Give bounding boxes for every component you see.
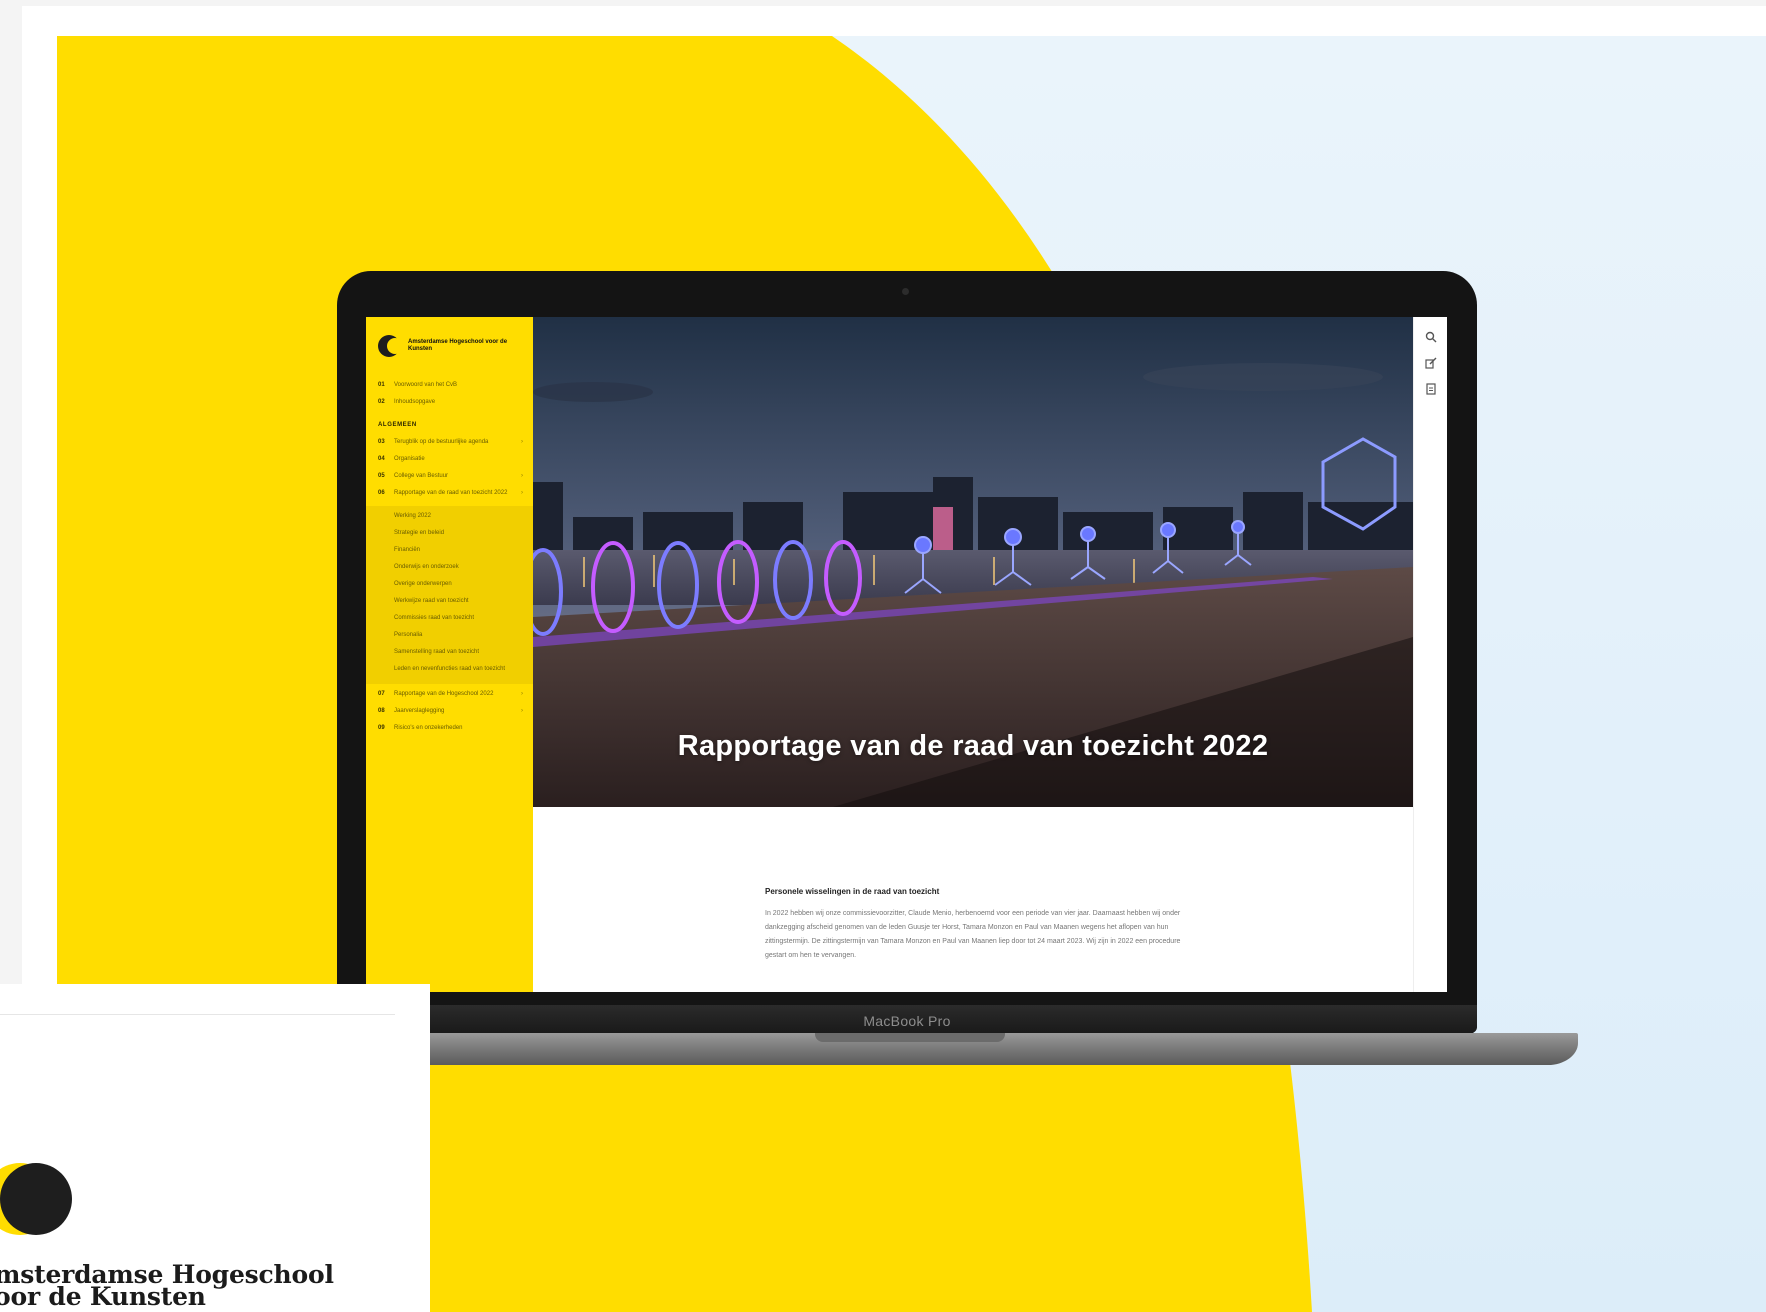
sidebar-item-number: 03: [378, 439, 385, 445]
site-logo-text: Amsterdamse Hogeschool voor de Kunsten: [408, 339, 508, 352]
sidebar-item[interactable]: 02 Inhoudsopgave: [378, 398, 523, 406]
sidebar-item-label: Leden en nevenfuncties raad van toezicht: [394, 666, 506, 672]
sidebar-item-number: 07: [378, 691, 385, 697]
laptop-bezel: Amsterdamse Hogeschool voor de Kunsten 0…: [337, 271, 1477, 1034]
sidebar-item-label: Voorwoord van het CvB: [394, 382, 458, 388]
article-body: In 2022 hebben wij onze commissievoorzit…: [765, 910, 1181, 959]
brand-logo-line2: oor de Kunsten: [0, 1282, 206, 1311]
ahk-logo-mark-icon: [0, 1163, 72, 1235]
sidebar-subitem[interactable]: Werkwijze raad van toezicht: [378, 597, 523, 605]
sidebar-item-number: 04: [378, 456, 385, 462]
sidebar-item-label: Terugblik op de bestuurlijke agenda: [394, 439, 489, 445]
divider: [0, 1014, 395, 1015]
sidebar-item[interactable]: 04 Organisatie: [378, 455, 523, 463]
site-logo[interactable]: Amsterdamse Hogeschool voor de Kunsten: [378, 335, 523, 357]
sidebar-subitem[interactable]: Financiën: [378, 546, 523, 554]
hero-title: Rapportage van de raad van toezicht 2022: [677, 730, 1269, 762]
sidebar-item[interactable]: 07 Rapportage van de Hogeschool 2022 ›: [378, 690, 523, 698]
sidebar-item-label: Rapportage van de Hogeschool 2022: [394, 691, 494, 697]
sidebar-item-label: Samenstelling raad van toezicht: [394, 649, 480, 655]
sidebar-section-label: ALGEMEEN: [378, 422, 417, 428]
sidebar-item-label: Jaarverslaglegging: [394, 708, 445, 714]
sidebar-item-number: 02: [378, 399, 385, 405]
document-icon[interactable]: [1425, 383, 1437, 395]
sidebar-item-label: Personalia: [394, 632, 423, 638]
sidebar-item-label: Risico's en onzekerheden: [394, 725, 463, 731]
sidebar-subitem[interactable]: Leden en nevenfuncties raad van toezicht: [378, 665, 523, 673]
sidebar-subitem[interactable]: Strategie en beleid: [378, 529, 523, 537]
hero-banner: Rapportage van de raad van toezicht 2022: [533, 317, 1413, 807]
chevron-icon: ›: [521, 708, 523, 714]
brand-logo-wordmark: msterdamse Hogeschool oor de Kunsten: [0, 1262, 334, 1311]
site-sidebar: Amsterdamse Hogeschool voor de Kunsten 0…: [366, 317, 533, 992]
sidebar-item-label: Onderwijs en onderzoek: [394, 564, 459, 570]
right-toolbar: [1413, 317, 1447, 992]
sidebar-subitem[interactable]: Personalia: [378, 631, 523, 639]
sidebar-item-number: 01: [378, 382, 385, 388]
article-heading: Personele wisselingen in de raad van toe…: [765, 887, 940, 896]
sidebar-item-number: 08: [378, 708, 385, 714]
sidebar-item[interactable]: 08 Jaarverslaglegging ›: [378, 707, 523, 715]
sidebar-item[interactable]: 09 Risico's en onzekerheden: [378, 724, 523, 732]
sidebar-item-label: Inhoudsopgave: [394, 399, 436, 405]
chevron-icon: ›: [521, 691, 523, 697]
edit-icon[interactable]: [1425, 357, 1437, 369]
chevron-icon: ›: [521, 439, 523, 445]
sidebar-item[interactable]: 05 College van Bestuur ›: [378, 472, 523, 480]
chevron-icon: ›: [521, 490, 523, 496]
search-icon[interactable]: [1425, 331, 1437, 343]
article-content: Personele wisselingen in de raad van toe…: [533, 807, 1413, 992]
laptop-screen: Amsterdamse Hogeschool voor de Kunsten 0…: [366, 317, 1447, 992]
camera-dot: [902, 288, 909, 295]
sidebar-subitem[interactable]: Commissies raad van toezicht: [378, 614, 523, 622]
sidebar-item-label: Werkwijze raad van toezicht: [394, 598, 469, 604]
logo-mark-icon: [378, 335, 403, 357]
chevron-icon: ›: [521, 473, 523, 479]
sidebar-subitem[interactable]: Werking 2022: [378, 512, 523, 520]
sidebar-submenu: Werking 2022 Strategie en beleid Financiën…: [366, 506, 533, 684]
sidebar-item[interactable]: 01 Voorwoord van het CvB: [378, 381, 523, 389]
sidebar-item-label: Werking 2022: [394, 513, 431, 519]
sidebar-item-number: 09: [378, 725, 385, 731]
sidebar-item-label: Overige onderwerpen: [394, 581, 452, 587]
sidebar-item-label: Strategie en beleid: [394, 530, 445, 536]
sidebar-item-label: Organisatie: [394, 456, 425, 462]
sidebar-item-label: Financiën: [394, 547, 421, 553]
sidebar-item[interactable]: 06 Rapportage van de raad van toezicht 20…: [378, 489, 523, 497]
sidebar-subitem[interactable]: Samenstelling raad van toezicht: [378, 648, 523, 656]
sidebar-subitem[interactable]: Overige onderwerpen: [378, 580, 523, 588]
sidebar-item-label: College van Bestuur: [394, 473, 449, 479]
sidebar-item-number: 06: [378, 490, 385, 496]
sidebar-item-label: Rapportage van de raad van toezicht 2022: [394, 490, 508, 496]
sidebar-item-number: 05: [378, 473, 385, 479]
sidebar-item-label: Commissies raad van toezicht: [394, 615, 475, 621]
sidebar-subitem[interactable]: Onderwijs en onderzoek: [378, 563, 523, 571]
sidebar-item[interactable]: 03 Terugblik op de bestuurlijke agenda ›: [378, 438, 523, 446]
